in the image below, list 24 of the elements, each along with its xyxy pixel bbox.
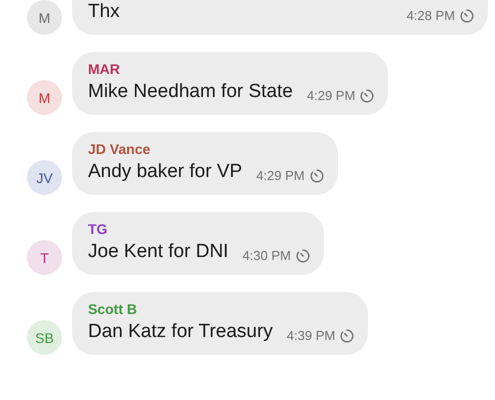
avatar[interactable]: SB xyxy=(27,320,62,355)
timestamp: 4:28 PM xyxy=(406,8,455,23)
avatar[interactable]: T xyxy=(27,240,62,275)
timestamp: 4:39 PM xyxy=(286,328,336,343)
sender-name: MAR xyxy=(88,61,121,77)
timestamp: 4:29 PM xyxy=(306,88,356,103)
avatar[interactable]: M xyxy=(27,0,62,35)
message-text: Dan Katz for Treasury xyxy=(88,320,273,344)
timer-icon xyxy=(360,88,374,102)
timestamp: 4:29 PM xyxy=(256,168,305,183)
timer-icon xyxy=(310,168,324,182)
message-text: Thx xyxy=(88,0,120,24)
message-text: Andy baker for VP xyxy=(88,160,242,184)
timer-icon xyxy=(340,328,354,342)
avatar[interactable]: JV xyxy=(27,160,62,195)
timer-icon xyxy=(460,8,474,22)
avatar[interactable]: M xyxy=(27,80,62,115)
timer-icon xyxy=(296,248,310,262)
message-text: Joe Kent for DNI xyxy=(88,240,228,264)
sender-name: TG xyxy=(88,221,108,237)
timestamp: 4:30 PM xyxy=(242,248,291,263)
message-text: Mike Needham for State xyxy=(88,80,293,104)
sender-name: JD Vance xyxy=(88,141,152,157)
sender-name: Scott B xyxy=(88,301,138,317)
